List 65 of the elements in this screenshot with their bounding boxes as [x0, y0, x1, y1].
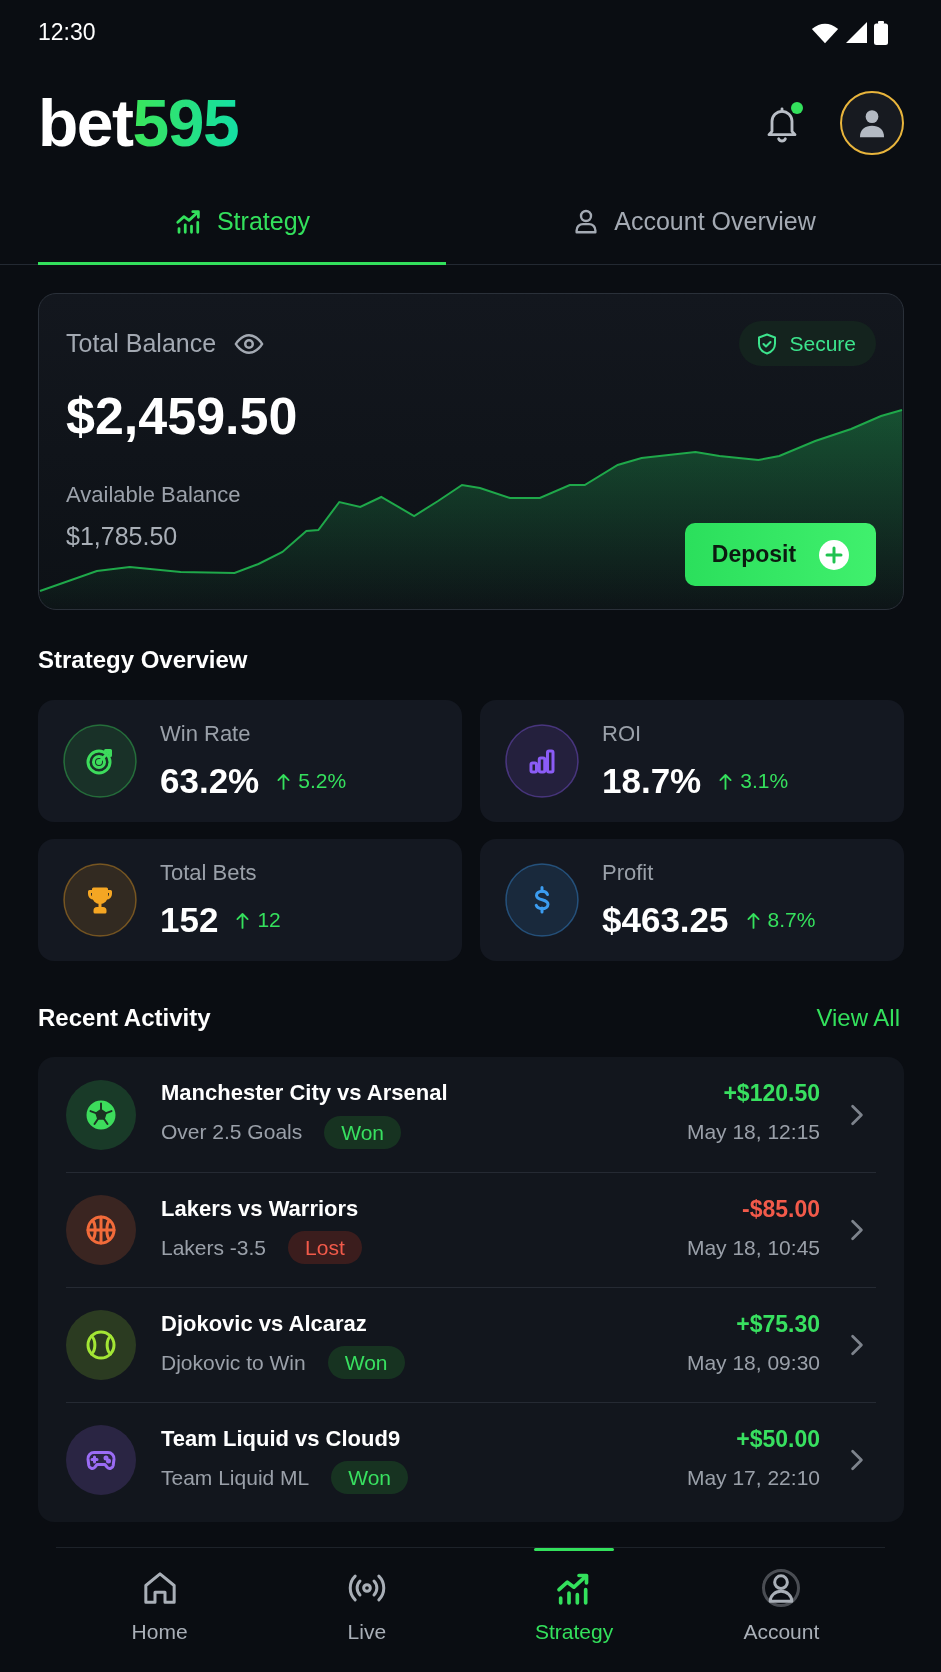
stat-label: ROI [602, 721, 642, 747]
stat-value: 18.7% [602, 761, 702, 801]
bet-market: Over 2.5 Goals [161, 1120, 303, 1144]
chevron-right-icon[interactable] [850, 1219, 864, 1241]
dollar-icon [505, 863, 579, 937]
bet-time: May 18, 09:30 [686, 1349, 820, 1376]
section-title: Recent Activity [38, 1004, 211, 1032]
target-icon [63, 724, 137, 798]
nav-item[interactable]: Account [677, 1548, 885, 1672]
match-title: Manchester City vs Arsenal [161, 1080, 448, 1106]
bet-market: Lakers -3.5 [161, 1235, 267, 1260]
bet-market: Djokovic to Win [161, 1350, 306, 1375]
bet-amount: -$85.00 [742, 1195, 820, 1222]
wifi-icon [811, 21, 839, 44]
stat-label: Win Rate [160, 721, 251, 747]
bet-amount: +$50.00 [736, 1425, 820, 1452]
status-time: 12:30 [38, 19, 96, 46]
stat-change: 8.7% [767, 908, 816, 932]
match-title: Lakers vs Warriors [161, 1195, 359, 1222]
plus-icon [819, 539, 850, 570]
available-balance-amount: $1,785.50 [66, 521, 178, 551]
chevron-right-icon[interactable] [850, 1334, 864, 1356]
person-circle-icon [761, 1568, 802, 1608]
stat-value: $463.25 [602, 900, 729, 940]
stat-label: Profit [602, 860, 654, 886]
nav-item[interactable]: Strategy [470, 1548, 678, 1672]
tab[interactable]: Strategy [38, 180, 446, 265]
stat-value: 152 [160, 900, 219, 940]
soccer-ball-icon [66, 1079, 136, 1150]
bet-amount: +$75.30 [736, 1310, 820, 1337]
bet-time: May 18, 12:15 [686, 1119, 820, 1145]
chevron-right-icon[interactable] [850, 1449, 864, 1471]
section-title: Strategy Overview [38, 646, 248, 674]
result-badge: Lost [288, 1231, 362, 1264]
tennis-ball-icon [66, 1310, 136, 1380]
battery-icon [874, 20, 888, 45]
stat-change: 5.2% [298, 769, 347, 793]
result-badge: Won [331, 1461, 409, 1494]
stat-change: 12 [257, 908, 281, 932]
bet-time: May 17, 22:10 [686, 1464, 820, 1491]
stat-change: 3.1% [740, 769, 789, 793]
balance-amount: $2,459.50 [66, 386, 298, 446]
basketball-icon [66, 1195, 136, 1265]
trophy-icon [63, 863, 137, 937]
stat-value: 63.2% [160, 761, 260, 801]
bet-time: May 18, 10:45 [686, 1234, 820, 1261]
tab[interactable]: Account Overview [446, 180, 941, 265]
nav-item[interactable]: Live [263, 1548, 471, 1672]
view-all-link[interactable]: View All [816, 1004, 900, 1032]
secure-label: Secure [789, 331, 856, 356]
bet-amount: +$120.50 [723, 1080, 820, 1106]
chevron-right-icon[interactable] [850, 1103, 864, 1126]
available-balance-label: Available Balance [66, 482, 241, 508]
nav-item[interactable]: Home [56, 1548, 264, 1672]
match-title: Team Liquid vs Cloud9 [161, 1425, 401, 1452]
result-badge: Won [324, 1115, 402, 1149]
stat-label: Total Bets [160, 860, 257, 886]
match-title: Djokovic vs Alcaraz [161, 1310, 367, 1337]
result-badge: Won [327, 1346, 405, 1379]
bet-market: Team Liquid ML [161, 1465, 310, 1490]
balance-label: Total Balance [66, 329, 217, 358]
deposit-button[interactable]: Deposit [685, 523, 876, 586]
bar-chart-icon [505, 724, 579, 798]
gamepad-icon [66, 1425, 136, 1495]
signal-icon [846, 22, 867, 43]
